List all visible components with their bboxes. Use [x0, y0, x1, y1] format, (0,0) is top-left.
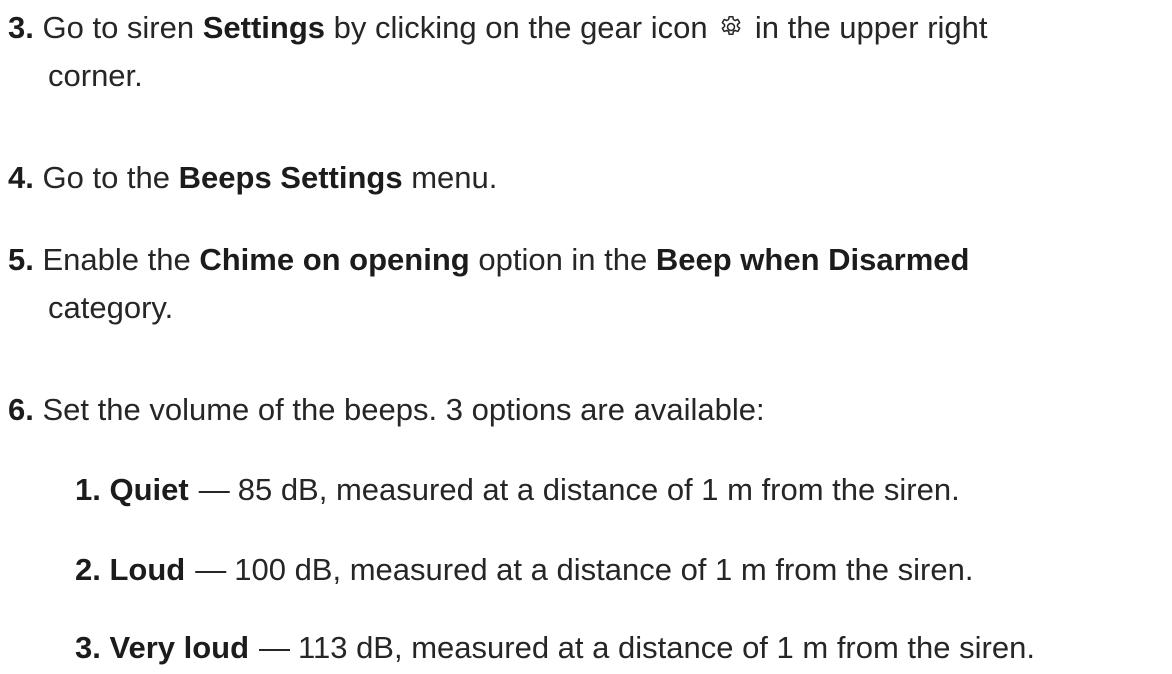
step-text: Go to the — [42, 160, 171, 195]
option-description: 85 dB, measured at a distance of 1 m fro… — [237, 472, 960, 507]
option-dash: — — [198, 472, 230, 507]
step-emphasis: Beeps Settings — [178, 160, 403, 195]
option-number: 3. — [75, 630, 101, 665]
instruction-document: 3. Go to siren Settings by clicking on t… — [0, 0, 1172, 674]
step-number: 5. — [8, 242, 34, 277]
step-6: 6. Set the volume of the beeps. 3 option… — [8, 386, 765, 434]
option-dash: — — [195, 552, 227, 587]
step-continuation: category. — [48, 290, 174, 325]
option-name: Very loud — [109, 630, 250, 665]
step-continuation: corner. — [48, 58, 143, 93]
option-description: 113 dB, measured at a distance of 1 m fr… — [298, 630, 1035, 665]
step-emphasis: Beep when Disarmed — [655, 242, 970, 277]
step-text: Enable the — [42, 242, 191, 277]
step-3: 3. Go to siren Settings by clicking on t… — [8, 4, 988, 100]
step-5: 5. Enable the Chime on opening option in… — [8, 236, 969, 332]
step-4: 4. Go to the Beeps Settings menu. — [8, 154, 497, 202]
option-number: 1. — [75, 472, 101, 507]
option-description: 100 dB, measured at a distance of 1 m fr… — [234, 552, 974, 587]
volume-option-very-loud: 3. Very loud —113 dB, measured at a dista… — [75, 624, 1035, 672]
option-name: Quiet — [109, 472, 189, 507]
step-number: 4. — [8, 160, 34, 195]
option-name: Loud — [109, 552, 186, 587]
volume-option-quiet: 1. Quiet —85 dB, measured at a distance o… — [75, 466, 960, 514]
gear-icon — [718, 6, 744, 36]
volume-option-loud: 2. Loud —100 dB, measured at a distance o… — [75, 546, 973, 594]
step-text: in the upper right — [754, 10, 988, 45]
step-number: 3. — [8, 10, 34, 45]
step-text: menu. — [411, 160, 498, 195]
step-text: option in the — [478, 242, 648, 277]
step-number: 6. — [8, 392, 34, 427]
step-text: Go to siren — [42, 10, 195, 45]
option-number: 2. — [75, 552, 101, 587]
step-emphasis: Settings — [202, 10, 326, 45]
step-text: Set the volume of the beeps. 3 options a… — [42, 392, 765, 427]
step-emphasis: Chime on opening — [199, 242, 470, 277]
option-dash: — — [259, 630, 291, 665]
step-text: by clicking on the gear icon — [333, 10, 708, 45]
